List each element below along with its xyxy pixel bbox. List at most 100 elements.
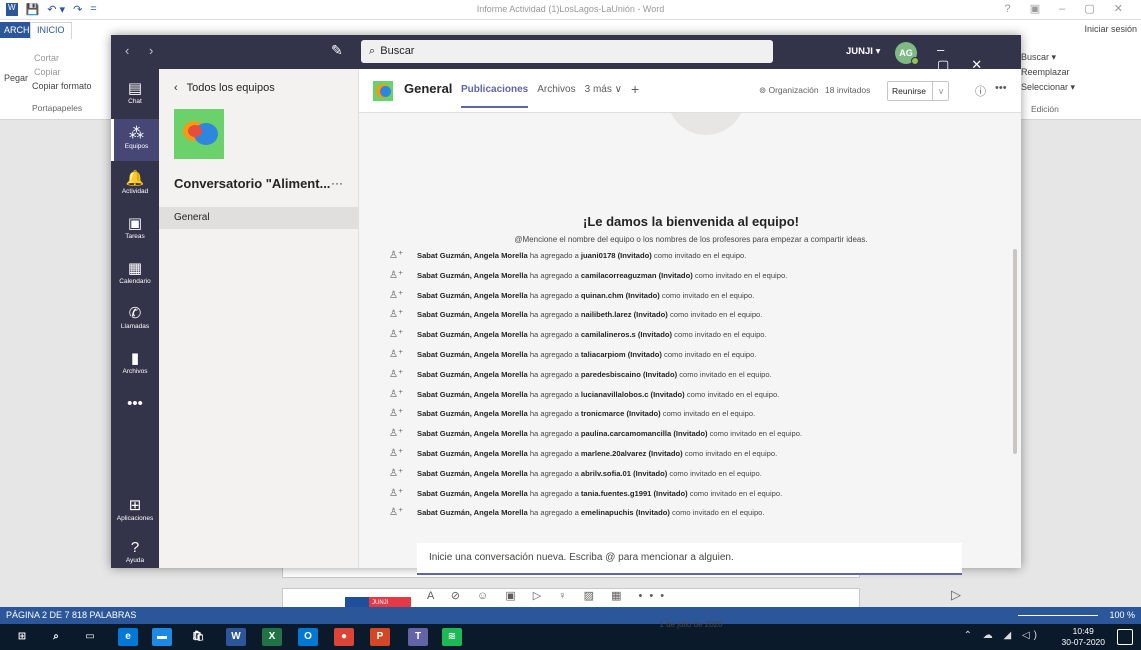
event-actor[interactable]: Sabat Guzmán, Angela Morella	[417, 508, 528, 517]
word-icon[interactable]: W	[226, 628, 246, 646]
event-guest[interactable]: abrilv.sofia.01 (Invitado)	[581, 469, 667, 478]
event-guest[interactable]: juani0178 (Invitado)	[581, 251, 652, 260]
spotify-icon[interactable]: ≋	[442, 628, 462, 646]
copy-button[interactable]: Copiar	[34, 66, 61, 78]
team-name[interactable]: Conversatorio "Aliment...	[174, 176, 330, 191]
rail-item-tareas[interactable]: ▣ Tareas	[111, 209, 159, 251]
history-nav-icons[interactable]: ‹ ›	[125, 43, 161, 58]
guests-count[interactable]: 18 invitados	[825, 85, 870, 95]
search-icon[interactable]: ⌕	[46, 628, 66, 646]
event-actor[interactable]: Sabat Guzmán, Angela Morella	[417, 271, 528, 280]
avatar[interactable]: AG	[895, 42, 919, 65]
event-actor[interactable]: Sabat Guzmán, Angela Morella	[417, 291, 528, 300]
rail-item-ayuda[interactable]: ? Ayuda	[111, 533, 159, 575]
search-input[interactable]: ⌕ Buscar	[361, 40, 773, 63]
store-icon[interactable]: 🛍	[188, 628, 208, 646]
rail-item-more[interactable]: •••	[111, 389, 159, 431]
compose-toolbar[interactable]: A ⊘ ☺ ▣ ▷ ♀ ▨ ▦ •••	[427, 589, 671, 602]
event-actor[interactable]: Sabat Guzmán, Angela Morella	[417, 251, 528, 260]
page-word-count[interactable]: PÁGINA 2 DE 7 818 PALABRAS	[6, 610, 136, 620]
event-guest[interactable]: camilacorreaguzman (Invitado)	[581, 271, 693, 280]
event-actor[interactable]: Sabat Guzmán, Angela Morella	[417, 330, 528, 339]
taskview-icon[interactable]: ▭	[80, 628, 100, 646]
add-member-icon: ♙⁺	[389, 349, 404, 360]
event-actor[interactable]: Sabat Guzmán, Angela Morella	[417, 429, 528, 438]
back-to-teams-link[interactable]: ‹ Todos los equipos	[174, 82, 275, 94]
zoom-slider[interactable]	[1018, 615, 1098, 616]
event-actor[interactable]: Sabat Guzmán, Angela Morella	[417, 390, 528, 399]
add-tab-icon[interactable]: +	[631, 81, 639, 108]
excel-icon[interactable]: X	[262, 628, 282, 646]
editing-group-label: Edición	[1031, 104, 1059, 114]
event-guest[interactable]: emelinapuchis (Invitado)	[581, 508, 670, 517]
event-text: Sabat Guzmán, Angela Morella ha agregado…	[417, 290, 755, 300]
event-guest[interactable]: tronicmarce (Invitado)	[581, 409, 661, 418]
event-guest[interactable]: paredesbiscaino (Invitado)	[581, 370, 677, 379]
explorer-icon[interactable]: ▬	[152, 628, 172, 646]
event-guest[interactable]: lucianavillalobos.c (Invitado)	[581, 390, 685, 399]
event-guest[interactable]: taliacarpiom (Invitado)	[581, 350, 662, 359]
system-tray-icons[interactable]: ⌃ ☁ ◢ ◁)	[964, 630, 1041, 641]
add-member-icon: ♙⁺	[389, 309, 404, 321]
event-actor[interactable]: Sabat Guzmán, Angela Morella	[417, 350, 528, 359]
zoom-level[interactable]: 100 %	[1109, 610, 1135, 620]
add-member-icon: ♙⁺	[389, 269, 404, 281]
tab-more[interactable]: 3 más ∨	[585, 84, 622, 108]
rail-item-calendario[interactable]: ▦ Calendario	[111, 254, 159, 296]
event-guest[interactable]: paulina.carcamomancilla (Invitado)	[581, 429, 708, 438]
edge-icon[interactable]: e	[118, 628, 138, 646]
cut-button[interactable]: Cortar	[34, 52, 59, 64]
format-painter-button[interactable]: Copiar formato	[32, 80, 92, 92]
organization-button[interactable]: ⊚ Organización	[759, 85, 819, 96]
event-guest[interactable]: quinan.chm (Invitado)	[581, 291, 660, 300]
chrome-icon[interactable]: ●	[334, 628, 354, 646]
new-chat-icon[interactable]: ✎	[331, 42, 343, 59]
channel-item-general[interactable]: General	[159, 207, 358, 229]
teams-icon[interactable]: T	[408, 628, 428, 646]
back-label: Todos los equipos	[186, 82, 275, 94]
compose-box[interactable]: Inicie una conversación nueva. Escriba @…	[417, 543, 962, 575]
event-guest[interactable]: nailibeth.larez (Invitado)	[581, 310, 668, 319]
word-window-controls[interactable]: ? ▣ – ▢ ✕	[1005, 2, 1131, 15]
event-actor[interactable]: Sabat Guzmán, Angela Morella	[417, 370, 528, 379]
send-icon[interactable]: ▷	[951, 587, 961, 603]
tab-archivos[interactable]: Archivos	[537, 84, 575, 108]
outlook-icon[interactable]: O	[298, 628, 318, 646]
powerpoint-icon[interactable]: P	[370, 628, 390, 646]
rail-item-archivos[interactable]: ▮ Archivos	[111, 344, 159, 386]
tab-publicaciones[interactable]: Publicaciones	[461, 84, 529, 108]
header-more-icon[interactable]: •••	[995, 82, 1007, 94]
tab-inicio[interactable]: INICIO	[30, 22, 72, 39]
event-guest[interactable]: marlene.20alvarez (Invitado)	[581, 449, 683, 458]
event-row: ♙⁺ Sabat Guzmán, Angela Morella ha agrega…	[381, 424, 1001, 444]
event-guest[interactable]: tania.fuentes.g1991 (Invitado)	[581, 489, 688, 498]
notification-center-icon[interactable]	[1117, 629, 1133, 645]
rail-item-actividad[interactable]: 🔔 Actividad	[111, 164, 159, 206]
signin-link[interactable]: Iniciar sesión	[1084, 24, 1137, 34]
event-actor[interactable]: Sabat Guzmán, Angela Morella	[417, 469, 528, 478]
event-actor[interactable]: Sabat Guzmán, Angela Morella	[417, 449, 528, 458]
event-actor[interactable]: Sabat Guzmán, Angela Morella	[417, 310, 528, 319]
rail-item-label: Actividad	[121, 188, 149, 195]
meet-dropdown-icon[interactable]: ∨	[932, 82, 944, 100]
info-icon[interactable]: ⓘ	[975, 83, 986, 99]
taskbar-clock[interactable]: 10:49 30-07-2020	[1062, 626, 1105, 648]
meet-button[interactable]: Reunirse ∨	[887, 81, 950, 101]
search-icon: ⌕	[369, 45, 376, 57]
replace-button[interactable]: Reemplazar	[1021, 65, 1075, 80]
paste-button[interactable]: Pegar	[4, 72, 28, 84]
start-icon[interactable]: ⊞	[12, 628, 32, 646]
rail-item-aplicaciones[interactable]: ⊞ Aplicaciones	[111, 491, 159, 533]
rail-item-chat[interactable]: ▤ Chat	[111, 74, 159, 116]
feed-scrollbar[interactable]	[1013, 249, 1017, 454]
event-actor[interactable]: Sabat Guzmán, Angela Morella	[417, 409, 528, 418]
org-switcher[interactable]: JUNJI ▾	[846, 46, 880, 57]
event-actor[interactable]: Sabat Guzmán, Angela Morella	[417, 489, 528, 498]
rail-item-equipos[interactable]: ⁂ Equipos	[111, 119, 159, 161]
event-guest[interactable]: camilalineros.s (Invitado)	[581, 330, 672, 339]
app-rail: ▤ Chat ⁂ Equipos 🔔 Actividad ▣ Tareas ▦ Calendari…	[111, 69, 159, 568]
rail-item-llamadas[interactable]: ✆ Llamadas	[111, 299, 159, 341]
find-button[interactable]: Buscar ▾	[1021, 50, 1075, 65]
select-button[interactable]: Seleccionar ▾	[1021, 80, 1075, 95]
team-more-icon[interactable]: ···	[331, 176, 343, 190]
